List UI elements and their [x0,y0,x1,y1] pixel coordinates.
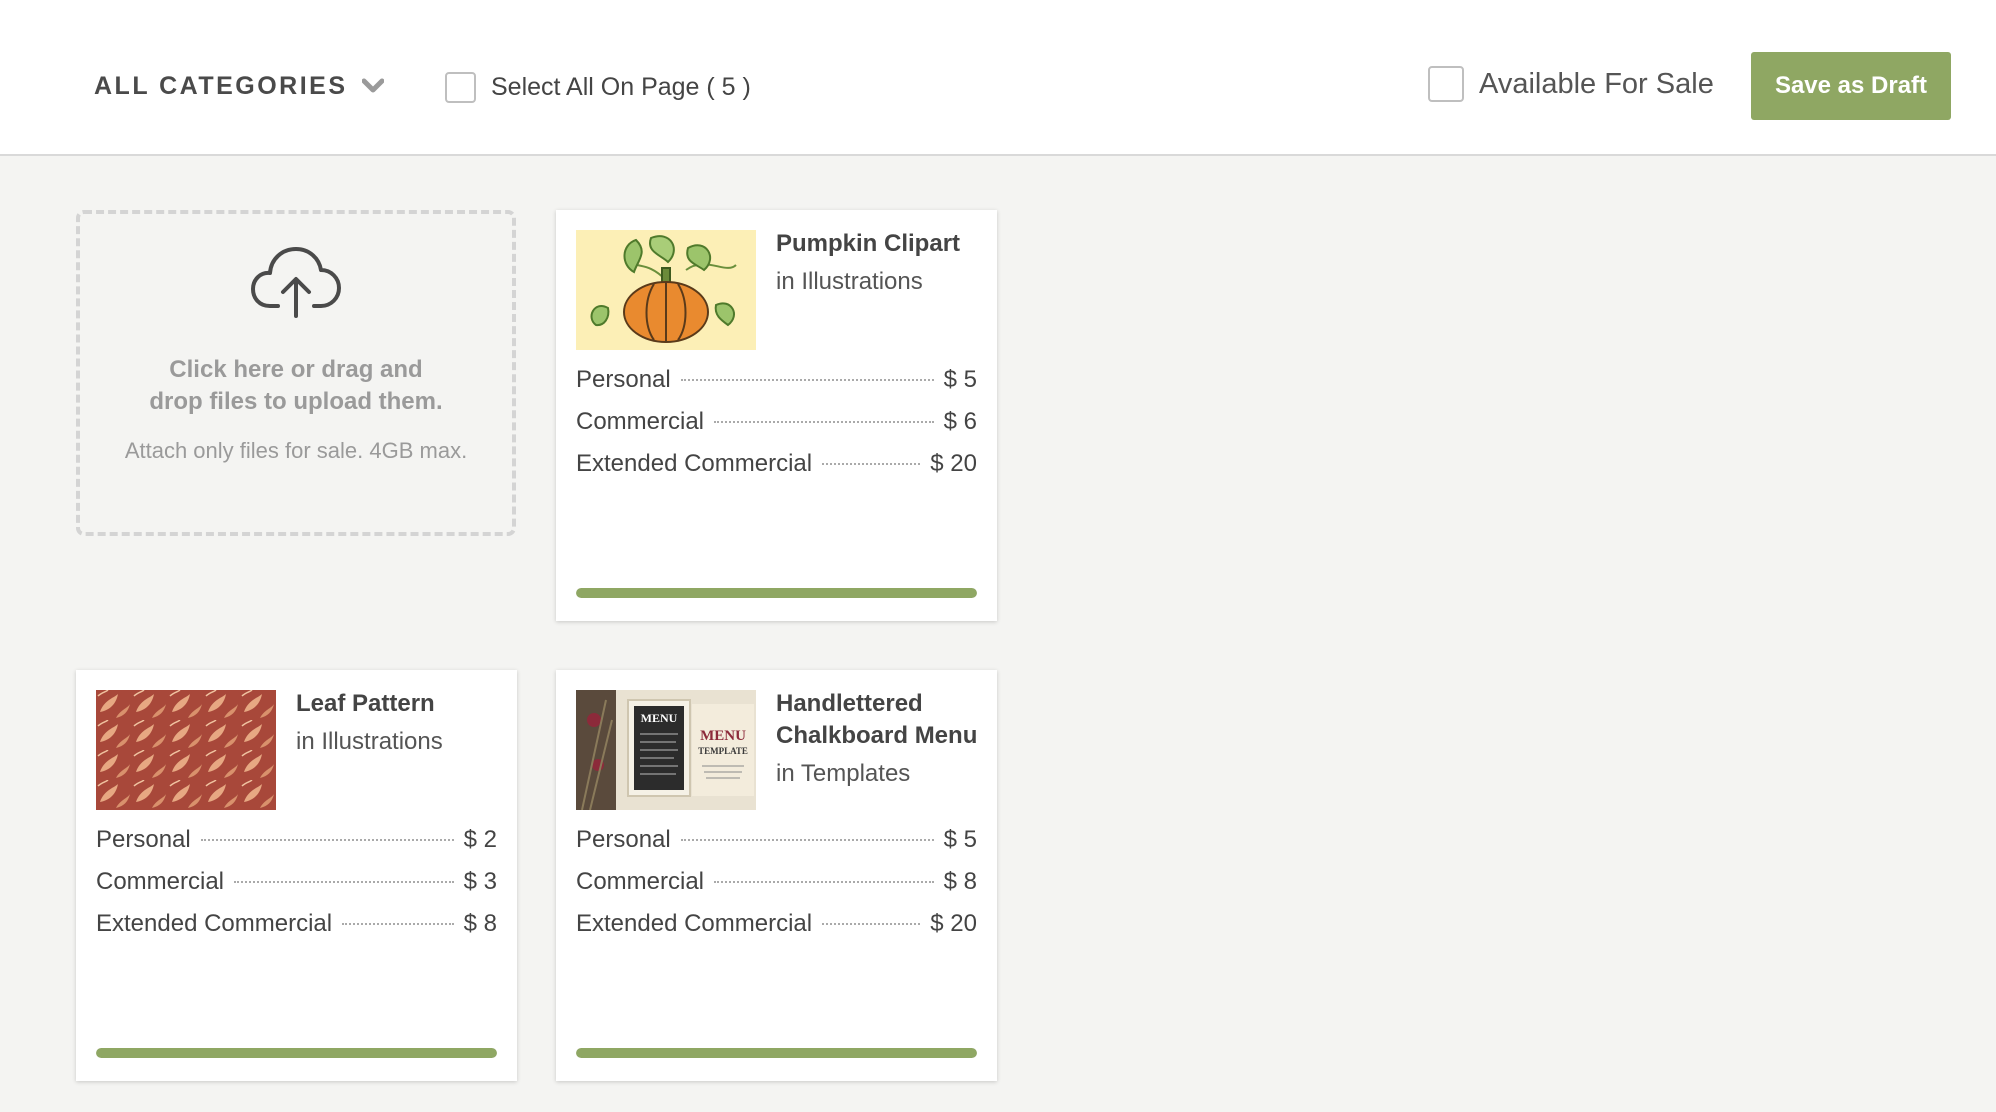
chevron-down-icon [361,78,385,99]
available-for-sale-label[interactable]: Available For Sale [1479,68,1714,101]
upload-instructions-line2: drop files to upload them. [149,388,443,415]
price-row-commercial: Commercial $ 3 [96,868,497,910]
product-category: in Illustrations [296,728,443,755]
product-thumbnail[interactable] [576,230,756,350]
price-row-extended-commercial: Extended Commercial $ 20 [576,910,977,952]
product-info: Pumpkin Clipart in Illustrations [776,228,981,298]
select-all-label[interactable]: Select All On Page ( 5 ) [491,73,751,102]
license-label: Commercial [576,868,705,895]
license-label: Extended Commercial [96,910,333,937]
license-label: Personal [576,366,671,393]
product-category: in Illustrations [776,268,923,295]
product-title[interactable]: Handlettered Chalkboard Menu [776,688,981,752]
license-label: Commercial [96,868,225,895]
product-card[interactable]: Pumpkin Clipart in Illustrations Persona… [556,210,997,621]
dot-leader [342,923,454,925]
upload-progress-fill [576,1048,977,1058]
category-dropdown[interactable]: ALL CATEGORIES [94,72,385,101]
upload-instructions-line1: Click here or drag and [169,356,423,383]
upload-progress-bar [96,1048,497,1058]
license-price: $ 8 [463,910,497,937]
available-for-sale-control: Available For Sale [1428,66,1714,102]
product-title[interactable]: Pumpkin Clipart [776,228,981,260]
license-price: $ 8 [943,868,977,895]
license-label: Personal [96,826,191,853]
license-label: Commercial [576,408,705,435]
price-row-personal: Personal $ 2 [96,826,497,868]
license-price: $ 20 [930,910,977,937]
dot-leader [234,881,454,883]
select-all-control: Select All On Page ( 5 ) [445,72,751,103]
license-price: $ 2 [463,826,497,853]
price-row-personal: Personal $ 5 [576,366,977,408]
thumb-menu-label: MENU [641,711,678,725]
upload-instructions: Click here or drag and drop files to upl… [80,354,512,418]
dot-leader [714,421,934,423]
license-price: $ 5 [943,366,977,393]
dot-leader [822,463,921,465]
toolbar: ALL CATEGORIES Select All On Page ( 5 ) … [0,0,1996,156]
cloud-upload-icon [250,244,342,325]
price-list: Personal $ 2 Commercial $ 3 Extended Com… [96,826,497,952]
product-info: Handlettered Chalkboard Menu in Template… [776,688,981,790]
upload-dropzone[interactable]: Click here or drag and drop files to upl… [76,210,516,536]
license-label: Extended Commercial [576,910,813,937]
price-row-extended-commercial: Extended Commercial $ 20 [576,450,977,492]
license-label: Extended Commercial [576,450,813,477]
price-list: Personal $ 5 Commercial $ 6 Extended Com… [576,366,977,492]
product-category: in Templates [776,760,911,787]
product-thumbnail[interactable]: MENU MENU TEMPLATE [576,690,756,810]
product-title[interactable]: Leaf Pattern [296,688,501,720]
upload-progress-bar [576,1048,977,1058]
thumb-template-label: TEMPLATE [698,746,748,756]
license-label: Personal [576,826,671,853]
upload-progress-bar [576,588,977,598]
license-price: $ 6 [943,408,977,435]
price-row-personal: Personal $ 5 [576,826,977,868]
upload-progress-fill [576,588,977,598]
category-dropdown-label: ALL CATEGORIES [94,72,348,100]
product-card[interactable]: Leaf Pattern in Illustrations Personal $… [76,670,517,1081]
thumb-menu-title: MENU [700,728,746,744]
save-as-draft-button[interactable]: Save as Draft [1751,52,1951,120]
price-list: Personal $ 5 Commercial $ 8 Extended Com… [576,826,977,952]
dot-leader [200,839,454,841]
dot-leader [714,881,934,883]
product-info: Leaf Pattern in Illustrations [296,688,501,758]
price-row-extended-commercial: Extended Commercial $ 8 [96,910,497,952]
product-card[interactable]: MENU MENU TEMPLATE Handlettered Chalkboa… [556,670,997,1081]
license-price: $ 3 [463,868,497,895]
upload-limit-note: Attach only files for sale. 4GB max. [124,438,468,463]
dot-leader [680,379,934,381]
dot-leader [680,839,934,841]
price-row-commercial: Commercial $ 6 [576,408,977,450]
select-all-checkbox[interactable] [445,72,476,103]
dot-leader [822,923,921,925]
upload-progress-fill [96,1048,497,1058]
license-price: $ 5 [943,826,977,853]
price-row-commercial: Commercial $ 8 [576,868,977,910]
license-price: $ 20 [930,450,977,477]
available-for-sale-checkbox[interactable] [1428,66,1464,102]
product-thumbnail[interactable] [96,690,276,810]
